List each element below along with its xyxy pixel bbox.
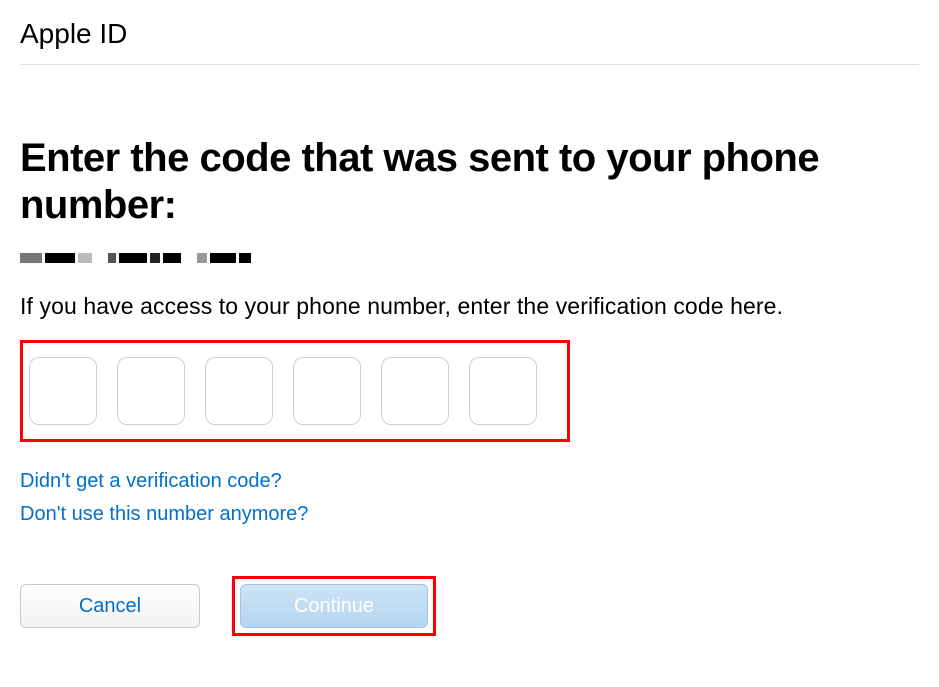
verification-heading: Enter the code that was sent to your pho… xyxy=(20,135,919,229)
code-digit-6[interactable] xyxy=(469,357,537,425)
help-links: Didn't get a verification code? Don't us… xyxy=(20,470,919,526)
instruction-text: If you have access to your phone number,… xyxy=(20,293,919,320)
change-number-link[interactable]: Don't use this number anymore? xyxy=(20,503,308,526)
code-digit-4[interactable] xyxy=(293,357,361,425)
continue-button[interactable]: Continue xyxy=(240,584,428,628)
code-digit-5[interactable] xyxy=(381,357,449,425)
resend-code-link[interactable]: Didn't get a verification code? xyxy=(20,470,282,493)
continue-button-highlight: Continue xyxy=(232,576,436,636)
code-digit-3[interactable] xyxy=(205,357,273,425)
cancel-button[interactable]: Cancel xyxy=(20,584,200,628)
action-buttons: Cancel Continue xyxy=(20,576,919,636)
code-inputs-highlight xyxy=(20,340,570,442)
code-digit-1[interactable] xyxy=(29,357,97,425)
page-title: Apple ID xyxy=(20,18,919,65)
phone-number-redacted xyxy=(20,243,919,273)
code-digit-2[interactable] xyxy=(117,357,185,425)
